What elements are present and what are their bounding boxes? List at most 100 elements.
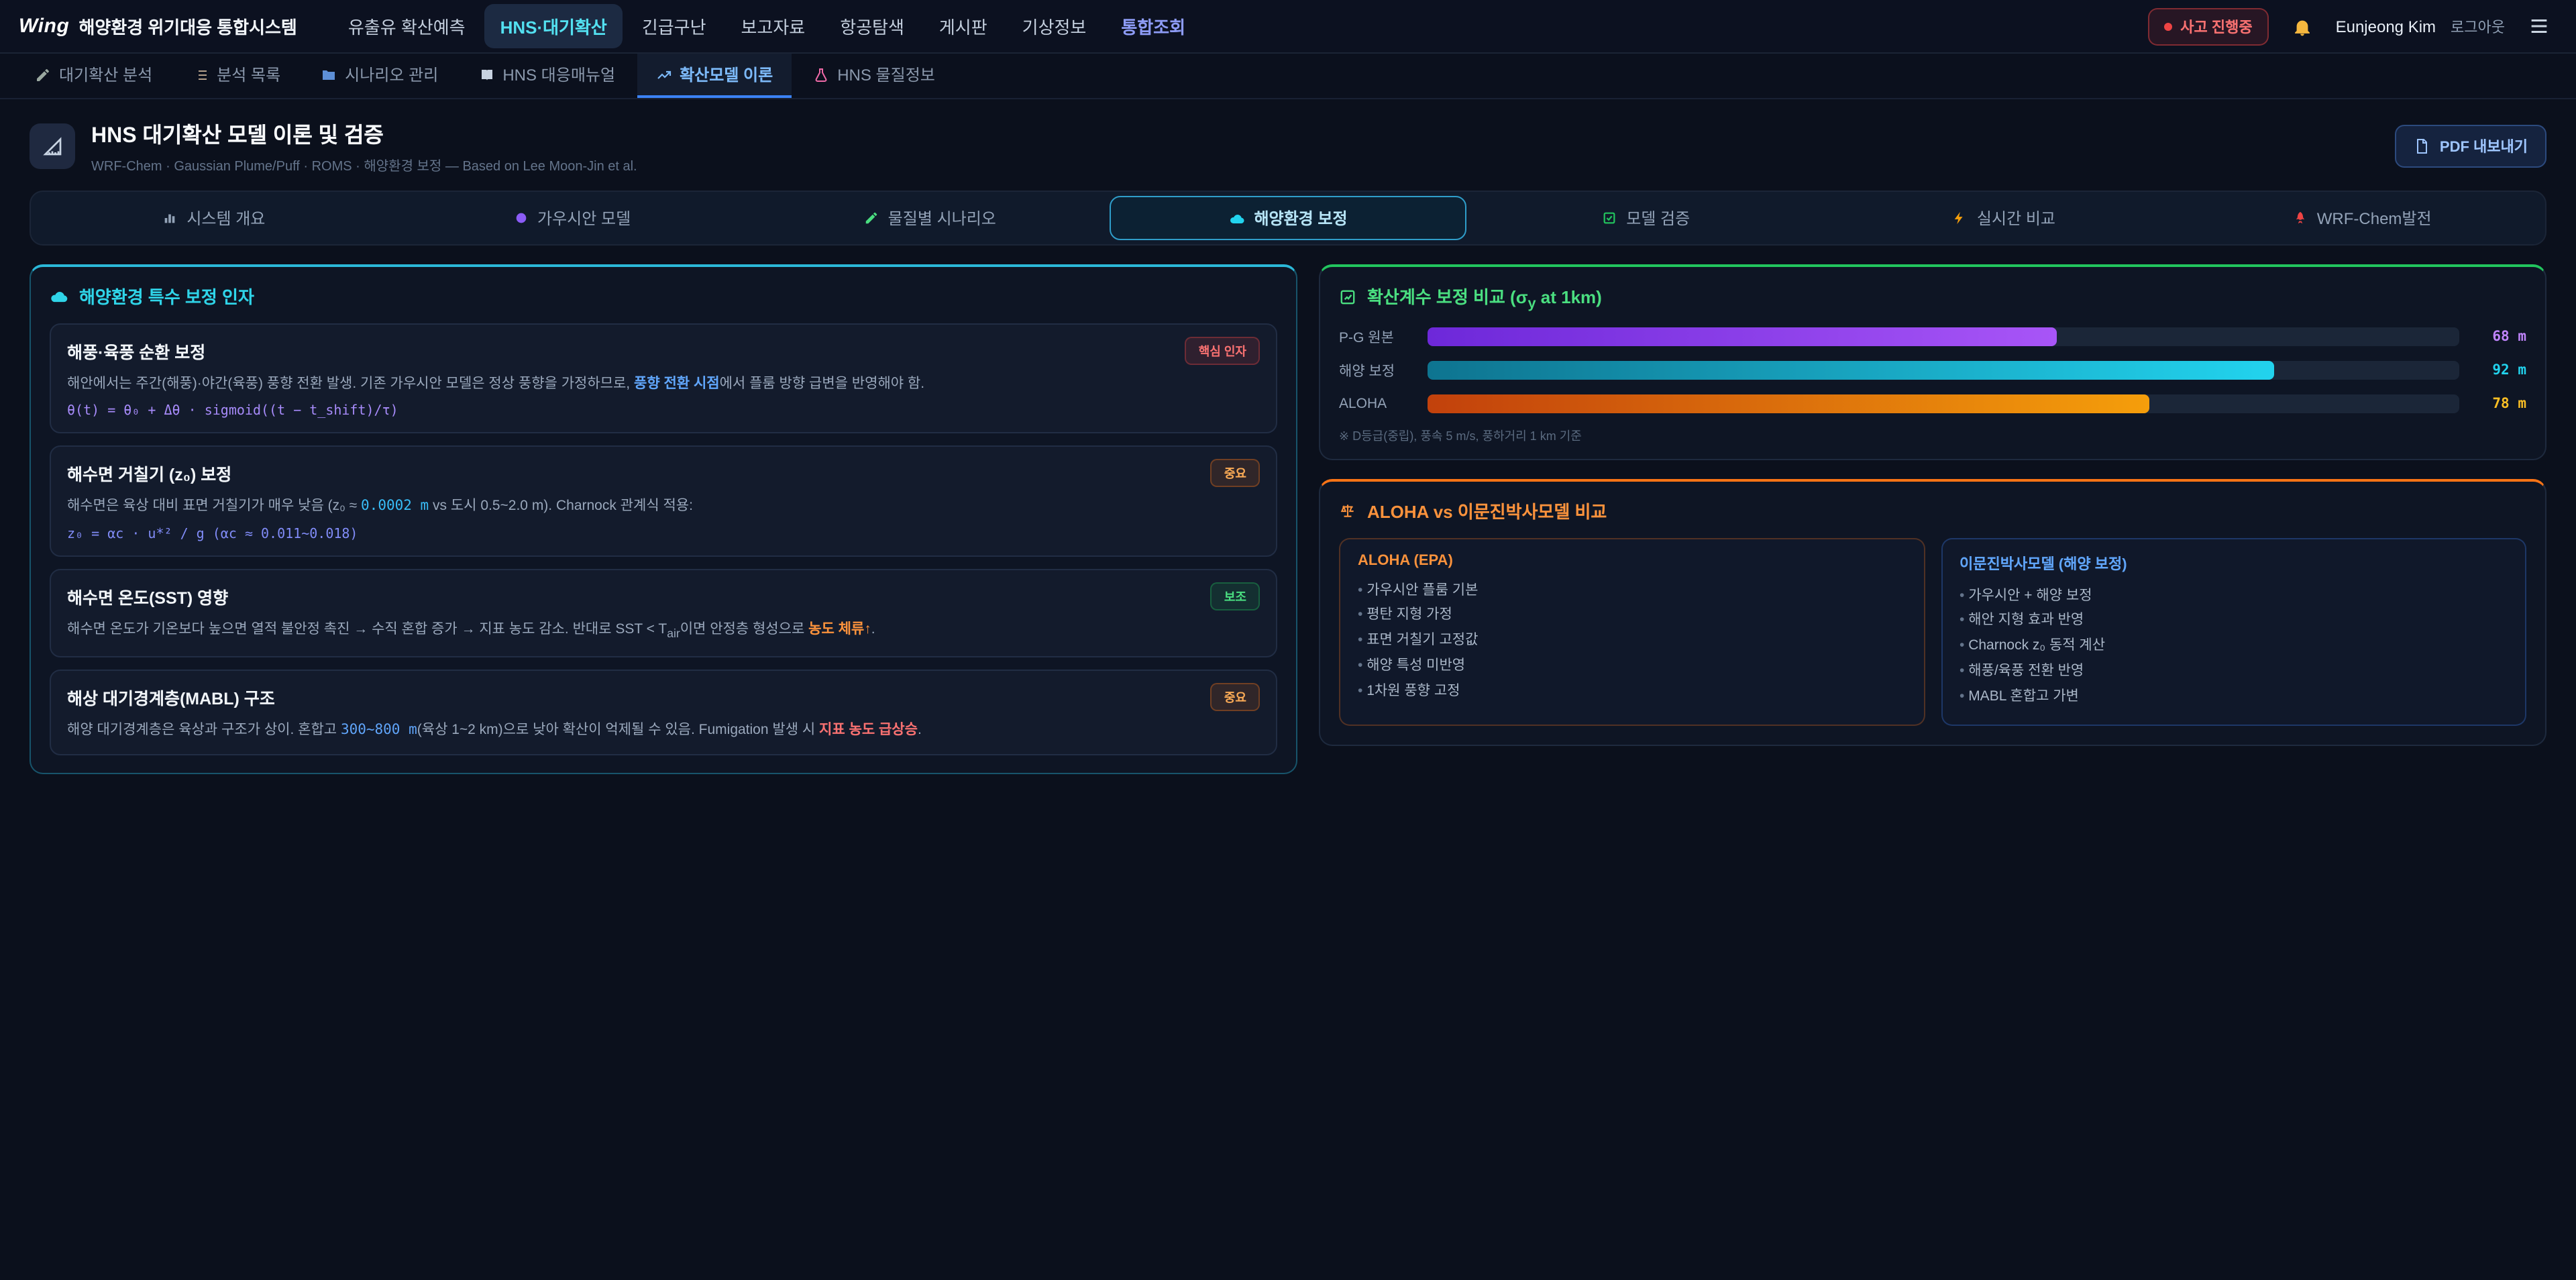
bar-label: ALOHA bbox=[1339, 395, 1414, 411]
page-header: HNS 대기확산 모델 이론 및 검증 WRF-Chem · Gaussian … bbox=[0, 99, 2576, 186]
notification-bell-button[interactable] bbox=[2284, 7, 2321, 45]
factor-description: 해수면은 육상 대비 표면 거칠기가 매우 낮음 (z₀ ≈ 0.0002 m … bbox=[67, 496, 1260, 518]
subnav-tab-label: 분석 목록 bbox=[217, 63, 280, 86]
tab-wrf-chem[interactable]: WRF-Chem발전 bbox=[2183, 196, 2541, 240]
green-chart-icon bbox=[1339, 289, 1356, 307]
subnav-tab-analysis-list[interactable]: 분석 목록 bbox=[174, 54, 299, 98]
aloha-feature-list: 가우시안 플룸 기본 평탄 지형 가정 표면 거칠기 고정값 해양 특성 미반영… bbox=[1358, 578, 1906, 704]
page-titles: HNS 대기확산 모델 이론 및 검증 WRF-Chem · Gaussian … bbox=[91, 117, 637, 174]
desc-text: 해수면 온도가 기온보다 높으면 열적 불안정 촉진 → 수직 혼합 증가 → … bbox=[67, 621, 667, 637]
tab-model-validation[interactable]: 모델 검증 bbox=[1467, 196, 1825, 240]
compare-panel-title: ALOHA vs 이문진박사모델 비교 bbox=[1367, 497, 1607, 523]
desc-text: 해안에서는 주간(해풍)·야간(육풍) 풍향 전환 발생. 기존 가우시안 모델… bbox=[67, 376, 634, 392]
subnav-tab-hns-manual[interactable]: HNS 대응매뉴얼 bbox=[460, 54, 634, 98]
subnav-tab-label: 시나리오 관리 bbox=[345, 63, 438, 86]
flask-icon bbox=[813, 66, 829, 83]
tab-system-overview[interactable]: 시스템 개요 bbox=[35, 196, 393, 240]
nav-item-integrated-search[interactable]: 통합조회 bbox=[1105, 4, 1201, 48]
formula-code: z₀ = αc · u*² / g (αc ≈ 0.011~0.018) bbox=[67, 527, 1260, 541]
pencil-icon bbox=[864, 211, 879, 225]
formula-code: θ(t) = θ₀ + Δθ · sigmoid((t − t_shift)/τ… bbox=[67, 405, 1260, 419]
check-square-icon bbox=[1602, 211, 1617, 225]
list-item: 해풍/육풍 전환 반영 bbox=[1960, 659, 2508, 685]
desc-highlight: 0.0002 m bbox=[361, 498, 429, 515]
top-right-controls: 사고 진행중 Eunjeong Kim 로그아웃 bbox=[2148, 7, 2557, 45]
top-navigation: Wing 해양환경 위기대응 통합시스템 유출유 확산예측 HNS·대기확산 긴… bbox=[0, 0, 2576, 54]
tab-realtime-compare[interactable]: 실시간 비교 bbox=[1825, 196, 2184, 240]
nav-item-weather[interactable]: 기상정보 bbox=[1006, 4, 1103, 48]
priority-badge: 보조 bbox=[1211, 582, 1260, 610]
subnav-tab-scenario-manage[interactable]: 시나리오 관리 bbox=[302, 54, 457, 98]
desc-subscript: air bbox=[667, 626, 680, 639]
bar-fill-aloha bbox=[1428, 394, 2150, 413]
tab-gaussian-model[interactable]: 가우시안 모델 bbox=[393, 196, 751, 240]
comparison-grid: ALOHA (EPA) 가우시안 플룸 기본 평탄 지형 가정 표면 거칠기 고… bbox=[1339, 537, 2526, 726]
list-item: 평탄 지형 가정 bbox=[1358, 603, 1906, 629]
factor-title: 해수면 거칠기 (z₀) 보정 bbox=[67, 461, 231, 486]
factor-card-sst: 해수면 온도(SST) 영향 보조 해수면 온도가 기온보다 높으면 열적 불안… bbox=[50, 568, 1277, 657]
bell-icon bbox=[2292, 15, 2313, 37]
desc-text: 에서 플룸 방향 급변을 반영해야 함. bbox=[720, 376, 925, 392]
factor-card-head: 해상 대기경계층(MABL) 구조 중요 bbox=[67, 683, 1260, 711]
user-name: Eunjeong Kim bbox=[2336, 17, 2436, 36]
subnav-tab-model-theory[interactable]: 확산모델 이론 bbox=[637, 54, 792, 98]
pdf-export-button[interactable]: PDF 내보내기 bbox=[2396, 124, 2546, 167]
app-title: 해양환경 위기대응 통합시스템 bbox=[78, 13, 297, 39]
chart-title-subscript: y bbox=[1528, 296, 1536, 312]
bar-track bbox=[1428, 361, 2459, 380]
subnav-tab-label: HNS 물질정보 bbox=[837, 63, 935, 86]
list-icon bbox=[193, 66, 209, 83]
desc-highlight: 지표 농도 급상승 bbox=[819, 722, 918, 738]
factor-description: 해안에서는 주간(해풍)·야간(육풍) 풍향 전환 발생. 기존 가우시안 모델… bbox=[67, 373, 1260, 395]
tab-marine-correction[interactable]: 해양환경 보정 bbox=[1109, 196, 1467, 240]
factor-card-head: 해풍·육풍 순환 보정 핵심 인자 bbox=[67, 337, 1260, 365]
chart-title-text: 확산계수 보정 비교 (σ bbox=[1367, 287, 1528, 307]
nav-item-oil-spill[interactable]: 유출유 확산예측 bbox=[332, 4, 482, 48]
subnav-tab-analysis[interactable]: 대기확산 분석 bbox=[16, 54, 171, 98]
bar-fill-marine bbox=[1428, 361, 2273, 380]
incident-dot-icon bbox=[2164, 22, 2172, 30]
list-item: Charnock z₀ 동적 계산 bbox=[1960, 634, 2508, 659]
factor-title: 해수면 온도(SST) 영향 bbox=[67, 583, 228, 608]
list-item: 가우시안 + 해양 보정 bbox=[1960, 583, 2508, 608]
desc-text: . bbox=[871, 621, 875, 637]
factor-card-head: 해수면 온도(SST) 영향 보조 bbox=[67, 582, 1260, 610]
pencil-icon bbox=[35, 66, 51, 83]
app-root: Wing 해양환경 위기대응 통합시스템 유출유 확산예측 HNS·대기확산 긴… bbox=[0, 0, 2576, 1280]
desc-text: 이면 안정층 형성으로 bbox=[680, 621, 808, 637]
sub-navigation: 대기확산 분석 분석 목록 시나리오 관리 HNS 대응매뉴얼 확산모델 이론 bbox=[0, 54, 2576, 99]
nav-item-air-search[interactable]: 항공탐색 bbox=[824, 4, 920, 48]
bar-value: 68 m bbox=[2473, 329, 2526, 345]
bar-chart-icon bbox=[162, 211, 177, 225]
tab-substance-scenario[interactable]: 물질별 시나리오 bbox=[751, 196, 1109, 240]
brand[interactable]: Wing 해양환경 위기대응 통합시스템 bbox=[19, 13, 297, 39]
nav-item-hns-atmos[interactable]: HNS·대기확산 bbox=[484, 4, 623, 48]
bar-row-pg: P-G 원본 68 m bbox=[1339, 327, 2526, 347]
bar-label: P-G 원본 bbox=[1339, 327, 1414, 347]
folder-icon bbox=[321, 66, 337, 83]
gaussian-circle-icon bbox=[513, 211, 528, 225]
main-menu: 유출유 확산예측 HNS·대기확산 긴급구난 보고자료 항공탐색 게시판 기상정… bbox=[332, 4, 2148, 48]
bar-track bbox=[1428, 394, 2459, 413]
subnav-tab-label: 확산모델 이론 bbox=[680, 63, 773, 86]
factor-card-sea-land-breeze: 해풍·육풍 순환 보정 핵심 인자 해안에서는 주간(해풍)·야간(육풍) 풍향… bbox=[50, 323, 1277, 434]
desc-highlight: 농도 체류↑ bbox=[808, 621, 871, 637]
dispersion-chart-panel: 확산계수 보정 비교 (σy at 1km) P-G 원본 68 m 해양 보정… bbox=[1319, 264, 2546, 460]
nav-item-rescue[interactable]: 긴급구난 bbox=[626, 4, 722, 48]
tab-label: 해양환경 보정 bbox=[1254, 207, 1347, 229]
marine-panel-title: 해양환경 특수 보정 인자 bbox=[79, 283, 254, 309]
nav-item-board[interactable]: 게시판 bbox=[923, 4, 1004, 48]
hamburger-menu-button[interactable] bbox=[2520, 7, 2557, 45]
book-icon bbox=[478, 66, 494, 83]
factor-card-mabl: 해상 대기경계층(MABL) 구조 중요 해양 대기경계층은 육상과 구조가 상… bbox=[50, 670, 1277, 756]
incident-status-badge[interactable]: 사고 진행중 bbox=[2148, 7, 2268, 45]
incident-label: 사고 진행중 bbox=[2180, 15, 2252, 37]
factor-title: 해풍·육풍 순환 보정 bbox=[67, 338, 205, 364]
subnav-tab-hns-substance[interactable]: HNS 물질정보 bbox=[794, 54, 954, 98]
cloud-icon bbox=[1228, 210, 1244, 226]
logout-button[interactable]: 로그아웃 bbox=[2451, 15, 2505, 37]
nav-item-reports[interactable]: 보고자료 bbox=[725, 4, 822, 48]
list-item: 표면 거칠기 고정값 bbox=[1358, 629, 1906, 654]
right-column: 확산계수 보정 비교 (σy at 1km) P-G 원본 68 m 해양 보정… bbox=[1319, 264, 2546, 746]
subnav-tab-label: HNS 대응매뉴얼 bbox=[502, 63, 615, 86]
